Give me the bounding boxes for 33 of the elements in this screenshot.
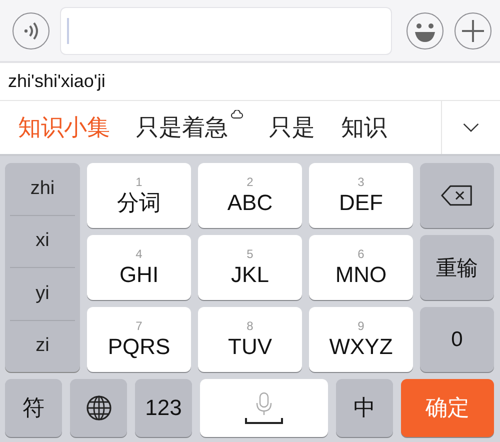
function-key[interactable]: 123 (135, 379, 192, 437)
letter-key[interactable]: 9 WXYZ (309, 307, 413, 372)
letter-key[interactable]: 4 GHI (87, 235, 191, 300)
candidate-word[interactable]: 只是 (269, 112, 315, 143)
delete-key[interactable] (420, 163, 494, 228)
cloud-icon (231, 110, 243, 119)
chevron-down-icon[interactable] (462, 122, 480, 133)
syllable-option[interactable]: xi (10, 216, 75, 267)
letter-key[interactable]: 2 ABC (198, 163, 302, 228)
function-key[interactable]: 重输 (420, 235, 494, 300)
function-key[interactable]: 符 (5, 379, 62, 437)
plus-icon[interactable] (454, 12, 492, 50)
function-key[interactable]: 0 (420, 307, 494, 372)
syllable-option[interactable]: zi (10, 320, 75, 372)
function-key[interactable]: 中 (336, 379, 393, 437)
syllable-option[interactable]: zhi (10, 163, 75, 214)
letter-key[interactable]: 1 分词 (87, 163, 191, 228)
microphone-space-icon (244, 391, 284, 425)
candidate-word[interactable]: 只是着急 (136, 112, 243, 143)
letter-key[interactable]: 6 MNO (309, 235, 413, 300)
voice-icon[interactable] (12, 12, 50, 50)
letter-key[interactable]: 8 TUV (198, 307, 302, 372)
candidate-word[interactable]: 知识 (341, 112, 387, 143)
globe-icon (86, 395, 112, 421)
globe-key[interactable] (70, 379, 127, 437)
letter-key[interactable]: 7 PQRS (87, 307, 191, 372)
smiley-icon[interactable] (406, 12, 444, 50)
syllable-option[interactable]: yi (10, 268, 75, 320)
pinyin-text: zhi'shi'xiao'ji (8, 71, 106, 92)
letter-key[interactable]: 3 DEF (309, 163, 413, 228)
letter-key[interactable]: 5 JKL (198, 235, 302, 300)
message-input-field[interactable] (60, 6, 392, 54)
backspace-icon (441, 185, 473, 206)
